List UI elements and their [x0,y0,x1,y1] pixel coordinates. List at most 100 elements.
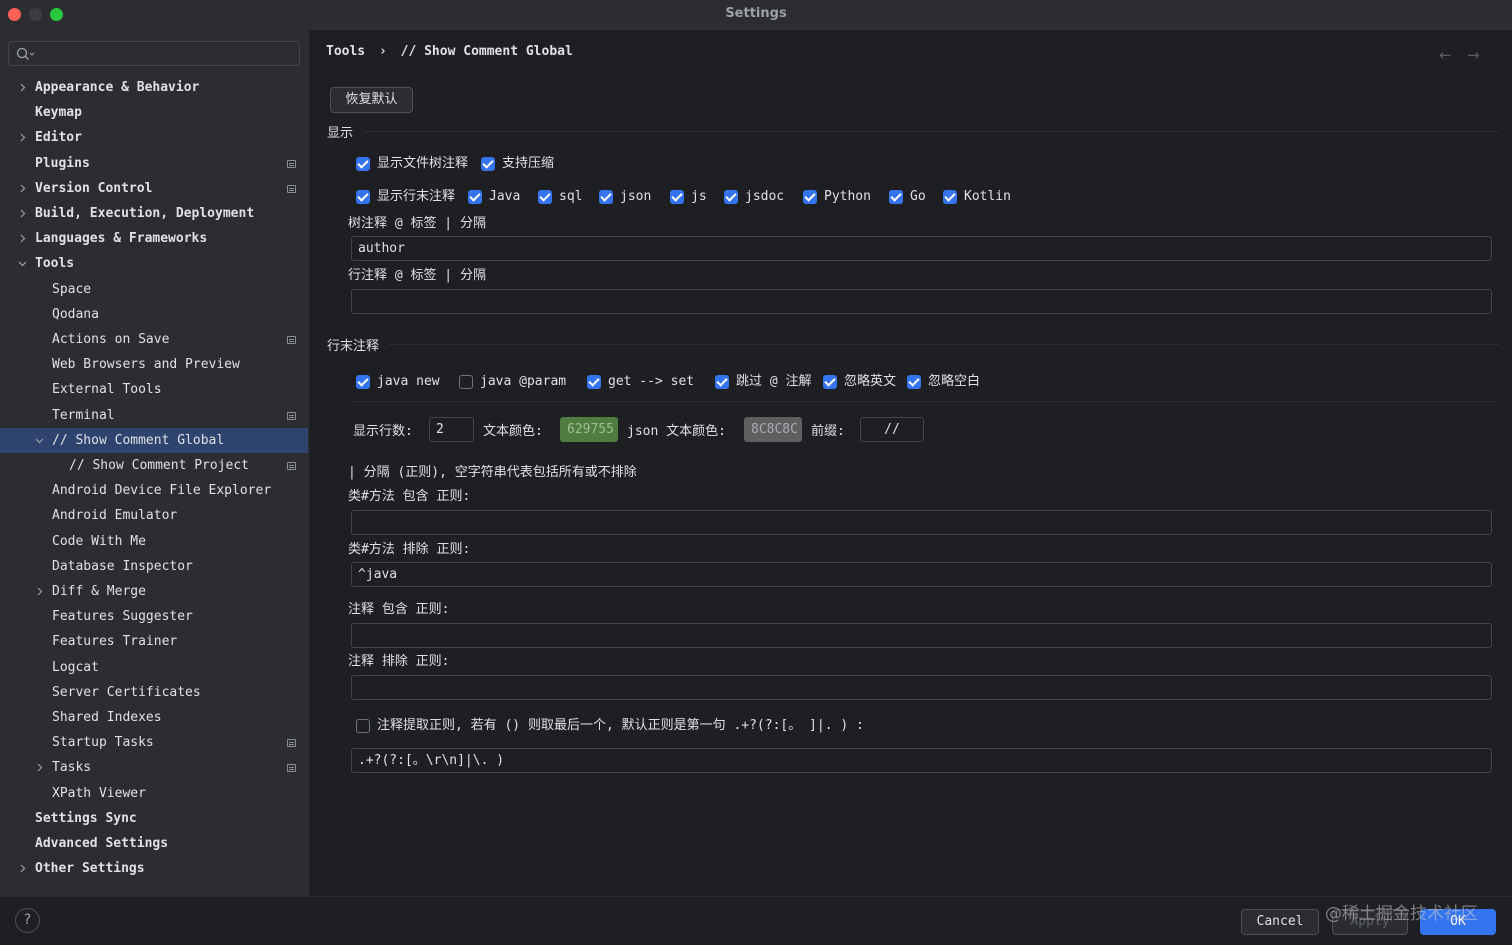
checkbox-label: 跳过 @ 注解 [736,374,812,389]
sidebar-item-server-certificates[interactable]: Server Certificates [0,680,308,705]
dialog-footer: ? Cancel Apply OK @稀土掘金技术社区 [0,896,1512,945]
sidebar-item-appearance-behavior[interactable]: Appearance & Behavior [0,75,308,100]
sidebar-item-settings-sync[interactable]: Settings Sync [0,806,308,831]
sidebar-item-tasks[interactable]: Tasks [0,755,308,780]
sidebar-item-features-trainer[interactable]: Features Trainer [0,629,308,654]
breadcrumb-parent[interactable]: Tools [326,44,365,59]
sidebar-item-actions-on-save[interactable]: Actions on Save [0,327,308,352]
checkbox-label: java new [377,374,440,389]
sidebar-item-label: Features Suggester [52,609,193,625]
checkbox-icon [943,190,957,204]
sidebar-item-label: Build, Execution, Deployment [35,206,255,221]
tree-tag-input[interactable]: author [351,236,1492,261]
cancel-button[interactable]: Cancel [1241,909,1319,935]
sidebar-item-label: XPath Viewer [52,785,146,801]
checkbox-icon [670,190,684,204]
checkbox-label: Go [910,189,926,204]
sidebar-item-show-comment-global[interactable]: // Show Comment Global [0,427,308,453]
sidebar-item-keymap[interactable]: Keymap [0,100,308,125]
checkbox-icon [889,190,903,204]
checkbox-label: 显示文件树注释 [377,156,469,171]
class-exclude-input[interactable]: ^java [351,562,1492,587]
chevron-right-icon[interactable] [35,763,44,772]
line-tag-input[interactable] [351,289,1492,314]
project-level-icon [287,764,296,773]
checkbox-label: Java [489,189,521,204]
sidebar-item-languages-frameworks[interactable]: Languages & Frameworks [0,226,308,251]
sidebar-item-space[interactable]: Space [0,277,308,302]
sidebar-item-label: Android Emulator [52,508,178,524]
text-color-swatch[interactable]: 629755 [560,417,618,442]
chevron-right-icon[interactable] [18,209,27,218]
sidebar-item-label: // Show Comment Project [69,458,250,473]
title-bar: Settings [0,0,1512,30]
sidebar-item-android-device-file-explorer[interactable]: Android Device File Explorer [0,478,308,503]
checkbox-icon [724,190,738,204]
settings-sidebar: Appearance & Behavior Keymap Editor Plugins… [0,30,310,896]
sidebar-item-shared-indexes[interactable]: Shared Indexes [0,705,308,730]
json-text-color-swatch[interactable]: 8C8C8C [744,417,802,442]
back-arrow-icon[interactable]: ← [1439,46,1452,64]
sidebar-item-diff-merge[interactable]: Diff & Merge [0,579,308,604]
chevron-down-icon[interactable] [18,259,27,268]
sidebar-item-label: Features Trainer [52,634,178,650]
restore-defaults-button[interactable]: 恢复默认 [330,87,413,113]
prefix-input[interactable]: // [860,417,924,442]
display-lines-input[interactable]: 2 [429,417,474,442]
sidebar-item-label: Actions on Save [52,332,170,347]
sidebar-item-xpath-viewer[interactable]: XPath Viewer [0,781,308,806]
checkbox-icon [468,190,482,204]
sidebar-item-label: Server Certificates [52,684,201,700]
section-divider [389,344,1499,345]
chevron-right-icon[interactable] [18,133,27,142]
comment-exclude-input[interactable] [351,675,1492,700]
line-end-section-title: 行末注释 [327,339,380,354]
checkbox-label: java @param [480,374,567,389]
sidebar-item-web-browsers[interactable]: Web Browsers and Preview [0,352,308,377]
checkbox-label: 忽略空白 [928,374,981,389]
chevron-down-icon[interactable] [35,436,44,445]
sidebar-item-editor[interactable]: Editor [0,125,308,150]
help-button[interactable]: ? [15,908,40,933]
sidebar-item-label: Appearance & Behavior [35,80,200,95]
sidebar-item-startup-tasks[interactable]: Startup Tasks [0,730,308,755]
sidebar-item-plugins[interactable]: Plugins [0,151,308,176]
sidebar-item-qodana[interactable]: Qodana [0,302,308,327]
forward-arrow-icon[interactable]: → [1467,46,1480,64]
sidebar-item-label: Tasks [52,760,92,776]
extract-regex-input[interactable]: .+?(?:[。\r\n]|\. ) [351,748,1492,773]
sidebar-item-label: External Tools [52,382,162,398]
sidebar-item-show-comment-project[interactable]: // Show Comment Project [0,453,308,478]
class-include-input[interactable] [351,510,1492,535]
chevron-right-icon[interactable] [18,83,27,92]
sidebar-item-label: Logcat [52,659,99,675]
checkbox-label: Kotlin [964,189,1011,204]
sidebar-item-version-control[interactable]: Version Control [0,176,308,201]
sidebar-item-terminal[interactable]: Terminal [0,403,308,428]
chevron-right-icon[interactable] [18,864,27,873]
project-level-icon [287,184,296,193]
chevron-right-icon[interactable] [18,234,27,243]
chevron-right-icon[interactable] [35,587,44,596]
sidebar-item-database-inspector[interactable]: Database Inspector [0,554,308,579]
sidebar-item-features-suggester[interactable]: Features Suggester [0,604,308,629]
settings-search-input[interactable] [8,41,300,66]
comment-include-input[interactable] [351,623,1492,648]
regex-hint-text: | 分隔 (正则), 空字符串代表包括所有或不排除 [348,465,637,480]
checkbox-icon [356,719,370,733]
checkbox-icon [481,157,495,171]
sidebar-item-code-with-me[interactable]: Code With Me [0,529,308,554]
project-level-icon [287,739,296,748]
line-tag-label: 行注释 @ 标签 | 分隔 [348,268,486,283]
sidebar-item-external-tools[interactable]: External Tools [0,377,308,402]
sidebar-item-label: Version Control [35,180,153,196]
sidebar-item-android-emulator[interactable]: Android Emulator [0,503,308,528]
sidebar-item-build-execution-deployment[interactable]: Build, Execution, Deployment [0,201,308,226]
chevron-right-icon[interactable] [18,184,27,193]
sidebar-item-logcat[interactable]: Logcat [0,655,308,680]
project-level-icon [287,336,296,344]
sidebar-item-advanced-settings[interactable]: Advanced Settings [0,831,308,856]
class-include-label: 类#方法 包含 正则: [348,489,471,504]
sidebar-item-tools[interactable]: Tools [0,251,308,276]
sidebar-item-other-settings[interactable]: Other Settings [0,856,308,881]
